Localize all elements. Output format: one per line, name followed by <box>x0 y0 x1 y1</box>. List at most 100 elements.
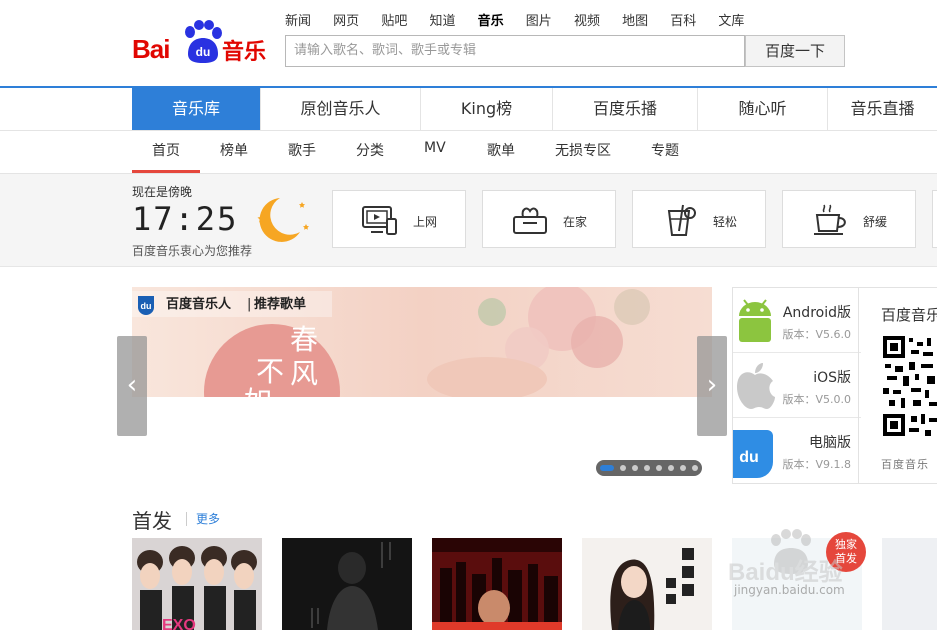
app-name: Android版 <box>782 305 851 321</box>
qr-title: 百度音乐 <box>881 306 937 324</box>
topnav-baike[interactable]: 百科 <box>670 14 696 29</box>
watermark-brand: Baidu经验 <box>728 558 843 586</box>
app-version: 版本：V5.6.0 <box>782 328 851 341</box>
topnav-web[interactable]: 网页 <box>333 14 359 29</box>
app-version: 版本：V9.1.8 <box>782 458 851 471</box>
tab-king-chart[interactable]: King榜 <box>421 88 553 130</box>
svg-text:du: du <box>141 301 152 311</box>
poster-char: 如 <box>244 385 272 397</box>
app-name: 电脑版 <box>809 435 851 451</box>
app-desktop[interactable]: du 电脑版 版本：V9.1.8 <box>733 418 861 483</box>
qr-code-icon <box>883 336 937 440</box>
pagination-dot[interactable] <box>632 465 638 471</box>
banner-pagination <box>596 460 702 476</box>
pagination-dot[interactable] <box>680 465 686 471</box>
topnav-tieba[interactable]: 贴吧 <box>381 14 407 29</box>
tab-music-library[interactable]: 音乐库 <box>132 88 261 130</box>
main-navigation: 音乐库 原创音乐人 King榜 百度乐播 随心听 音乐直播 <box>132 88 937 130</box>
subnav-home[interactable]: 首页 <box>152 140 180 160</box>
svg-text:EXO: EXO <box>162 617 196 630</box>
banner-image: du 百度音乐人 | 推荐歌单 春 风 不 如 <box>132 287 712 397</box>
tab-suixinting[interactable]: 随心听 <box>698 88 828 130</box>
app-name: iOS版 <box>813 370 851 386</box>
scene-relax[interactable]: 轻松 <box>632 190 766 248</box>
scene-soothing[interactable]: 舒缓 <box>782 190 916 248</box>
scene-label: 在家 <box>563 215 588 229</box>
more-link[interactable]: 更多 <box>196 510 220 527</box>
watermark-url: jingyan.baidu.com <box>734 583 845 597</box>
clock-display: 17:25 <box>132 200 239 238</box>
pagination-dot[interactable] <box>644 465 650 471</box>
qr-caption: 百度音乐 <box>881 458 929 471</box>
baidu-music-app-icon: du <box>733 430 773 478</box>
scene-at-home[interactable]: 在家 <box>482 190 616 248</box>
pagination-dot[interactable] <box>692 465 698 471</box>
drink-icon <box>667 204 696 236</box>
section-separator <box>186 512 187 526</box>
pagination-dot[interactable] <box>656 465 662 471</box>
scene-label: 上网 <box>413 215 438 229</box>
baidu-music-logo[interactable]: Bai du 音乐 <box>132 18 272 66</box>
subnav-categories[interactable]: 分类 <box>356 140 384 160</box>
featured-banner[interactable]: du 百度音乐人 | 推荐歌单 春 风 不 如 <box>132 287 712 397</box>
tab-baidu-lebo[interactable]: 百度乐播 <box>553 88 698 130</box>
android-icon <box>739 299 771 342</box>
scene-label: 舒缓 <box>863 215 888 229</box>
apple-icon <box>737 363 775 409</box>
topnav-zhidao[interactable]: 知道 <box>429 14 455 29</box>
album-cover-image <box>582 538 712 630</box>
album-cover[interactable] <box>282 538 412 630</box>
pagination-dot[interactable] <box>620 465 626 471</box>
album-cover-image <box>432 538 562 630</box>
album-cover[interactable] <box>432 538 562 630</box>
poster-char: 春 <box>290 323 318 356</box>
logo-bai-text: Bai <box>132 34 170 64</box>
topnav-map[interactable]: 地图 <box>622 14 648 29</box>
banner-sep: | <box>247 297 251 312</box>
chevron-left-icon: ‹ <box>126 370 138 400</box>
qr-code-panel: 百度音乐 百度音乐 <box>858 287 937 484</box>
svg-text:du: du <box>739 449 759 466</box>
subnav-singers[interactable]: 歌手 <box>288 140 316 160</box>
recommend-label: 百度音乐衷心为您推荐 <box>132 244 253 258</box>
topnav-music[interactable]: 音乐 <box>478 14 504 29</box>
time-of-day-label: 现在是傍晚 <box>132 185 193 199</box>
album-cover[interactable] <box>582 538 712 630</box>
monitor-icon <box>362 206 397 235</box>
pagination-dot[interactable] <box>668 465 674 471</box>
topnav-news[interactable]: 新闻 <box>285 14 311 29</box>
logo-music-text: 音乐 <box>222 40 267 65</box>
subnav-charts[interactable]: 榜单 <box>220 140 248 160</box>
chevron-right-icon: › <box>706 370 718 400</box>
search-button[interactable]: 百度一下 <box>745 35 845 67</box>
subnav-lossless[interactable]: 无损专区 <box>555 140 611 160</box>
scene-next-partial[interactable] <box>932 190 937 248</box>
subnav-topics[interactable]: 专题 <box>651 140 679 160</box>
mainnav-divider <box>0 130 937 131</box>
scene-online[interactable]: 上网 <box>332 190 466 248</box>
album-cover-image <box>282 538 412 630</box>
banner-brand: 百度音乐人 <box>166 296 232 312</box>
banner-tag: 推荐歌单 <box>254 296 306 312</box>
tab-music-live[interactable]: 音乐直播 <box>828 88 937 130</box>
search-input[interactable]: 请输入歌名、歌词、歌手或专辑 <box>285 35 745 67</box>
svg-text:du: du <box>196 45 211 59</box>
app-ios[interactable]: iOS版 版本：V5.0.0 <box>733 353 861 418</box>
topnav-images[interactable]: 图片 <box>526 14 552 29</box>
coffee-cup-icon <box>814 204 846 235</box>
topnav-video[interactable]: 视频 <box>574 14 600 29</box>
banner-next-button[interactable]: › <box>697 336 727 436</box>
banner-prev-button[interactable]: ‹ <box>117 336 147 436</box>
client-download-panel: Android版 版本：V5.6.0 iOS版 版本：V5.0.0 du 电脑版… <box>732 287 862 484</box>
subnav-mv[interactable]: MV <box>424 140 446 156</box>
poster-char: 风 <box>290 357 318 390</box>
pagination-dot-active[interactable] <box>600 465 614 471</box>
app-android[interactable]: Android版 版本：V5.6.0 <box>733 288 861 353</box>
album-cover[interactable] <box>882 538 937 630</box>
subnav-playlists[interactable]: 歌单 <box>487 140 515 160</box>
album-cover[interactable]: EXO <box>132 538 262 630</box>
topnav-wenku[interactable]: 文库 <box>718 14 744 29</box>
top-navigation: 新闻 网页 贴吧 知道 音乐 图片 视频 地图 百科 文库 <box>285 10 762 29</box>
tissue-box-icon <box>513 207 547 234</box>
tab-original-musicians[interactable]: 原创音乐人 <box>261 88 421 130</box>
